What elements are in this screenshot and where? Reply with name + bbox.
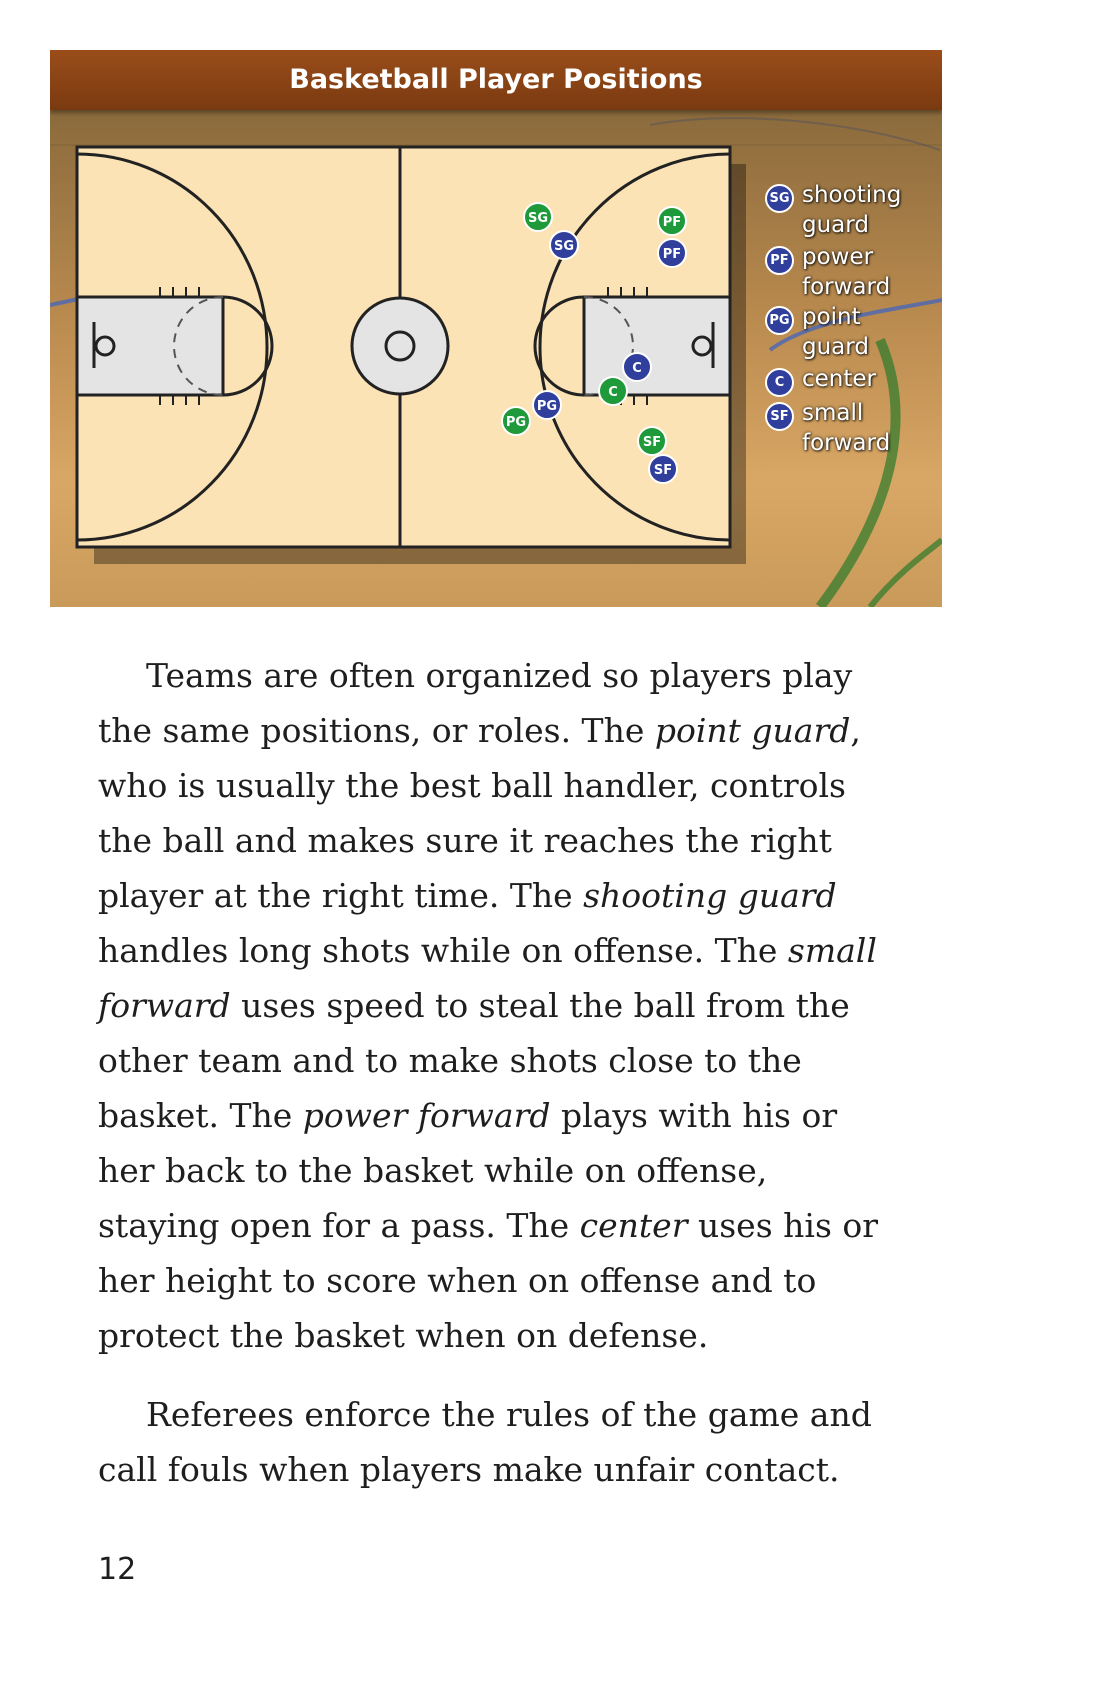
green-pf-marker: PF bbox=[657, 206, 687, 236]
legend-label-pf: power forward bbox=[802, 244, 891, 300]
green-sg-marker: SG bbox=[523, 202, 553, 232]
green-pg-marker: PG bbox=[501, 406, 531, 436]
blue-pf-marker: PF bbox=[657, 238, 687, 268]
blue-c-label: C bbox=[632, 361, 642, 376]
blue-pg-marker: PG bbox=[532, 390, 562, 420]
legend-label-c: center bbox=[802, 366, 876, 392]
figure-title: Basketball Player Positions bbox=[50, 50, 942, 110]
legend-badge-sg: SG bbox=[765, 184, 794, 213]
legend-badge-pg: PG bbox=[765, 306, 794, 335]
legend-label-sg: shooting guard bbox=[802, 182, 902, 238]
term-power-forward: power forward bbox=[302, 1096, 551, 1135]
legend-label-pg: point guard bbox=[802, 304, 869, 360]
paragraph-referees: Referees enforce the rules of the game a… bbox=[98, 1395, 872, 1489]
page-number: 12 bbox=[98, 1552, 137, 1587]
legend-badge-sf: SF bbox=[765, 402, 794, 431]
paragraph-positions: Teams are often organized so players pla… bbox=[98, 648, 898, 1363]
blue-pf-label: PF bbox=[663, 247, 681, 262]
green-c-marker: C bbox=[598, 376, 628, 406]
blue-sf-label: SF bbox=[654, 463, 672, 478]
blue-sf-marker: SF bbox=[648, 454, 678, 484]
body-text: Teams are often organized so players pla… bbox=[98, 648, 898, 1497]
blue-sg-label: SG bbox=[554, 239, 574, 254]
blue-pg-label: PG bbox=[537, 399, 557, 414]
green-pf-label: PF bbox=[663, 215, 681, 230]
term-point-guard: point guard bbox=[654, 711, 851, 750]
green-sf-label: SF bbox=[643, 435, 661, 450]
green-pg-label: PG bbox=[506, 415, 526, 430]
p1-segment-3: handles long shots while on offense. The bbox=[98, 931, 788, 970]
left-key bbox=[75, 295, 225, 397]
blue-c-marker: C bbox=[622, 352, 652, 382]
center-circle bbox=[350, 296, 450, 396]
green-sg-label: SG bbox=[528, 211, 548, 226]
green-c-label: C bbox=[608, 385, 618, 400]
figure: Basketball Player Positions SG SG PF PF … bbox=[50, 50, 942, 607]
term-shooting-guard: shooting guard bbox=[583, 876, 837, 915]
legend-badge-c: C bbox=[765, 368, 794, 397]
legend-badge-pf: PF bbox=[765, 246, 794, 275]
legend-label-sf: small forward bbox=[802, 400, 891, 456]
blue-sg-marker: SG bbox=[549, 230, 579, 260]
term-center: center bbox=[579, 1206, 688, 1245]
green-sf-marker: SF bbox=[637, 426, 667, 456]
